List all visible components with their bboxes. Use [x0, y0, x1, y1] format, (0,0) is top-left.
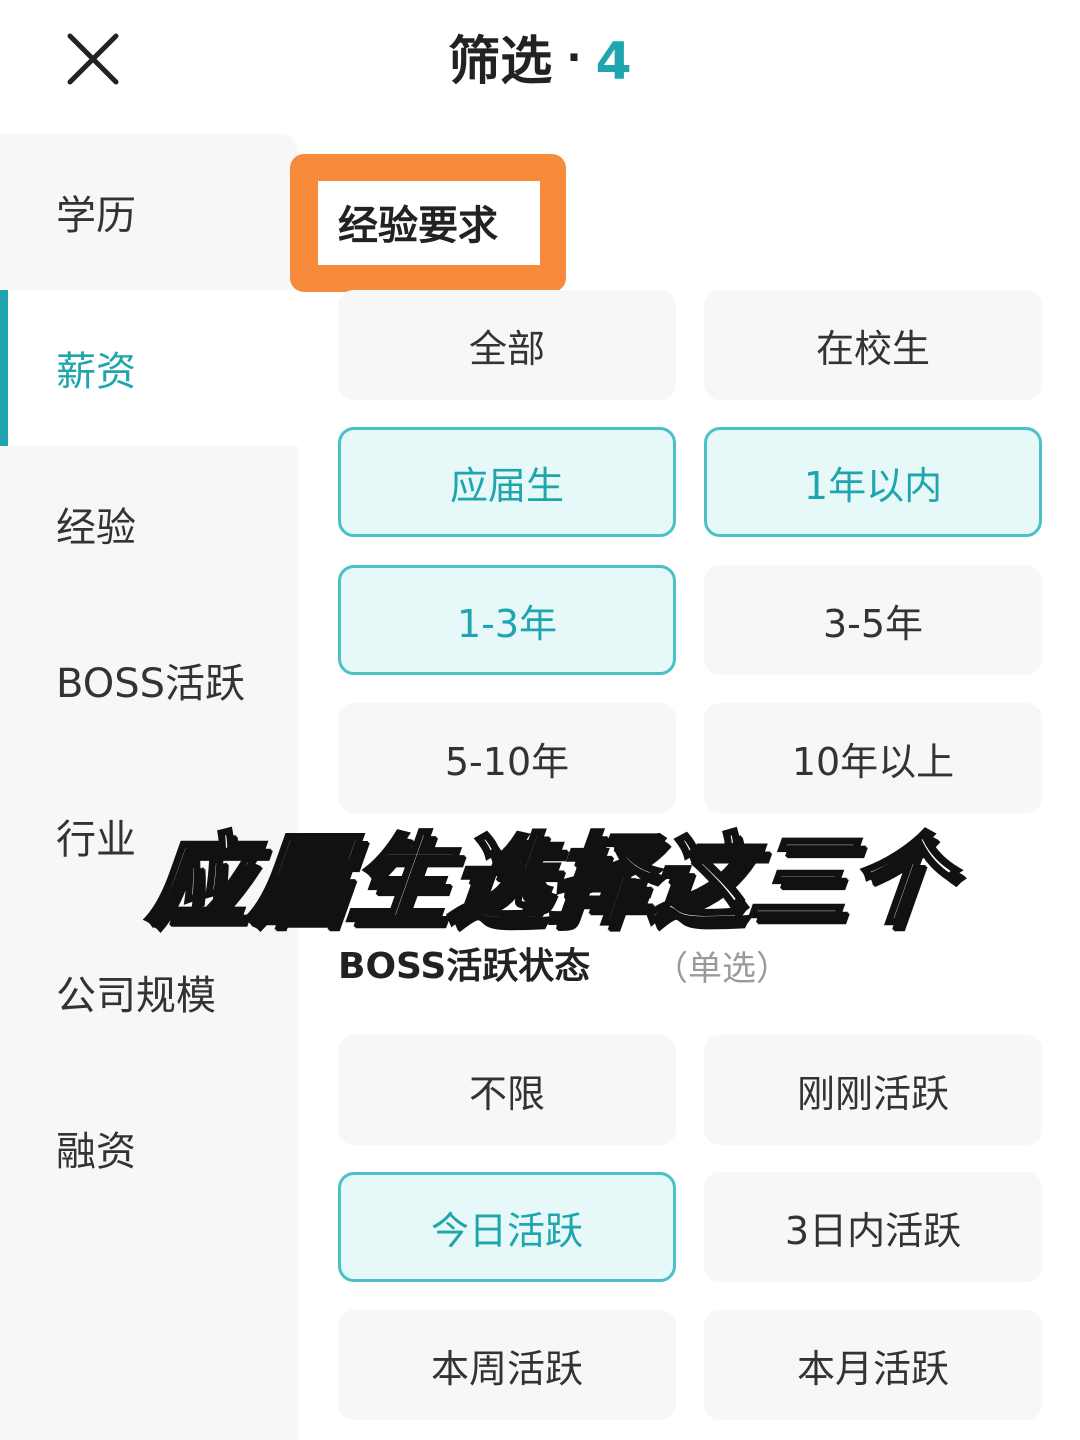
- filter-count: 4: [595, 32, 632, 92]
- option-label: 1年以内: [803, 463, 943, 508]
- sidebar-item-boss-active[interactable]: BOSS活跃: [0, 602, 298, 758]
- option-experience-all[interactable]: 全部: [338, 290, 676, 400]
- sidebar-item-label: BOSS活跃: [56, 661, 246, 707]
- option-label: 本周活跃: [430, 1346, 583, 1391]
- sidebar-item-label: 公司规模: [56, 973, 216, 1019]
- option-activity-3-days[interactable]: 3日内活跃: [704, 1172, 1042, 1282]
- option-label: 在校生: [815, 326, 930, 371]
- option-experience-under-1-year[interactable]: 1年以内: [704, 427, 1042, 537]
- option-label: 1-3年: [456, 601, 558, 646]
- option-activity-this-month[interactable]: 本月活跃: [704, 1310, 1042, 1420]
- option-activity-just-now[interactable]: 刚刚活跃: [704, 1035, 1042, 1145]
- option-activity-unlimited[interactable]: 不限: [338, 1035, 676, 1145]
- sidebar-item-label: 学历: [56, 193, 136, 239]
- option-experience-3-5-years[interactable]: 3-5年: [704, 565, 1042, 675]
- sidebar-item-financing[interactable]: 融资: [0, 1070, 298, 1226]
- option-label: 3-5年: [822, 601, 924, 646]
- sidebar-item-label: 行业: [56, 817, 136, 863]
- option-experience-fresh-grad[interactable]: 应届生: [338, 427, 676, 537]
- option-activity-this-week[interactable]: 本周活跃: [338, 1310, 676, 1420]
- sidebar-item-label: 薪资: [56, 349, 136, 395]
- option-experience-student[interactable]: 在校生: [704, 290, 1042, 400]
- option-label: 不限: [468, 1071, 545, 1116]
- option-label: 10年以上: [791, 739, 955, 784]
- option-label: 刚刚活跃: [796, 1071, 949, 1116]
- option-experience-5-10-years[interactable]: 5-10年: [338, 703, 676, 813]
- option-label: 本月活跃: [796, 1346, 949, 1391]
- sidebar-item-company-size[interactable]: 公司规模: [0, 914, 298, 1070]
- option-label: 3日内活跃: [784, 1208, 962, 1253]
- sidebar: 学历 薪资 经验 BOSS活跃 行业 公司规模 融资: [0, 134, 298, 1440]
- sidebar-item-industry[interactable]: 行业: [0, 758, 298, 914]
- option-experience-1-3-years[interactable]: 1-3年: [338, 565, 676, 675]
- option-label: 应届生: [449, 463, 564, 508]
- sidebar-item-experience[interactable]: 经验: [0, 446, 298, 602]
- option-label: 全部: [468, 326, 545, 371]
- page-title-text: 筛选: [448, 32, 553, 92]
- experience-section-title: 经验要求: [338, 203, 498, 249]
- option-label: 5-10年: [444, 739, 570, 784]
- page-title: 筛选 · 4: [0, 26, 1080, 94]
- filter-panel: 经验要求 全部 在校生 应届生 1年以内 1-3年 3-5年 5-10年 10年…: [290, 120, 1080, 1440]
- title-separator: ·: [566, 35, 582, 81]
- boss-activity-section-title: BOSS活跃状态: [338, 946, 591, 987]
- sidebar-item-label: 经验: [56, 505, 136, 551]
- sidebar-item-label: 融资: [56, 1129, 136, 1175]
- header: 筛选 · 4: [0, 0, 1080, 120]
- sidebar-item-education[interactable]: 学历: [0, 134, 298, 290]
- single-select-hint: （单选）: [654, 949, 790, 989]
- option-experience-10-plus-years[interactable]: 10年以上: [704, 703, 1042, 813]
- sidebar-item-salary[interactable]: 薪资: [0, 290, 298, 446]
- option-activity-today[interactable]: 今日活跃: [338, 1172, 676, 1282]
- option-label: 今日活跃: [430, 1208, 583, 1253]
